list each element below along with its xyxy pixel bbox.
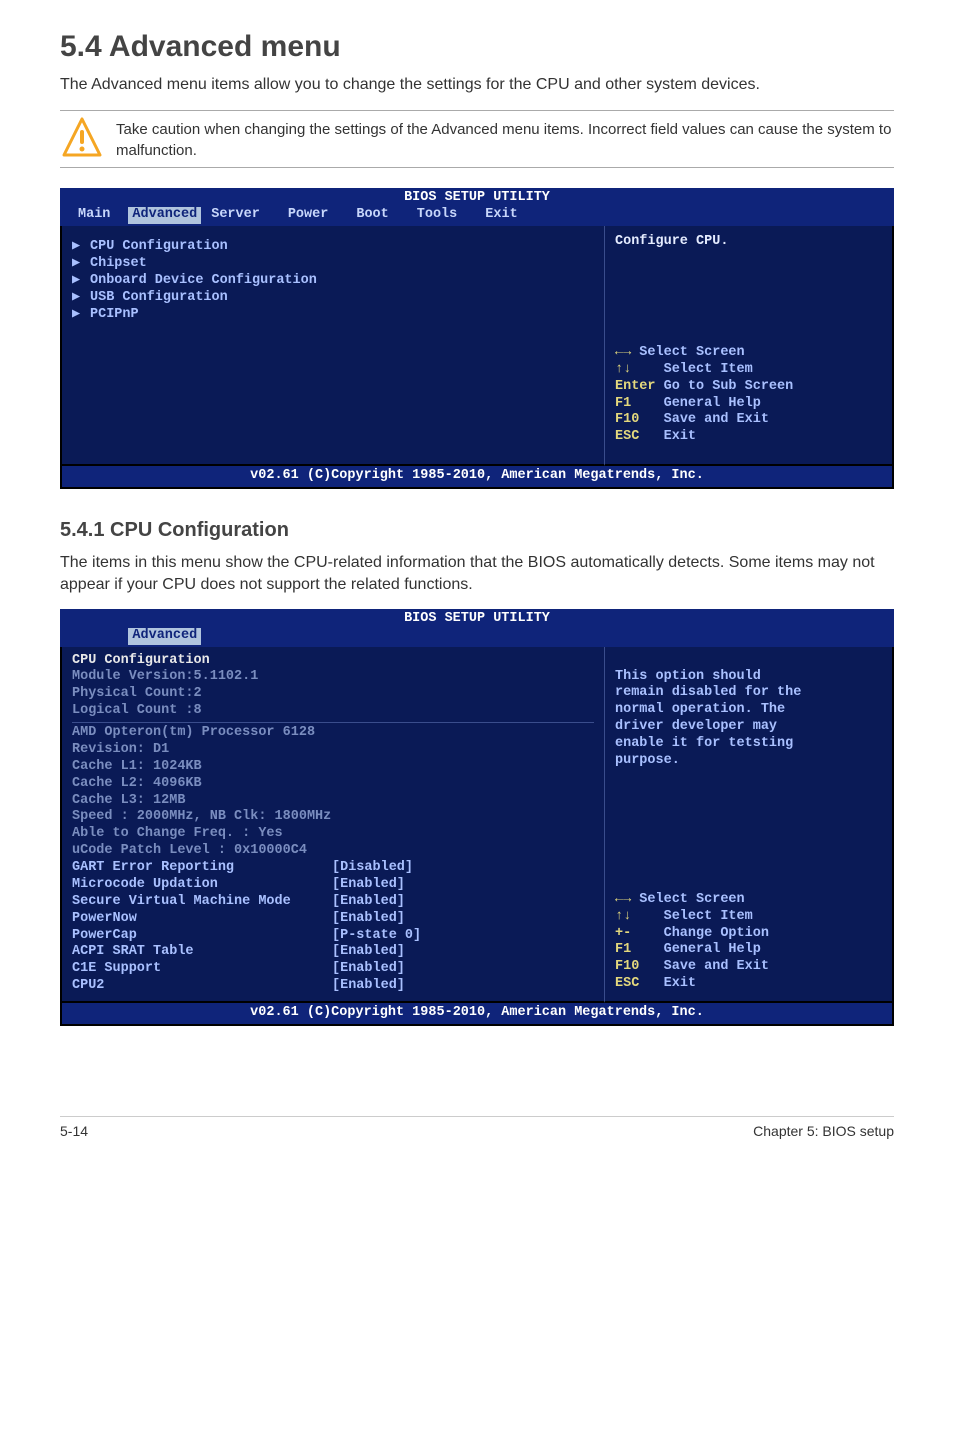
tab-server: Server (201, 207, 278, 224)
option-value: [Enabled] (332, 978, 594, 995)
bios1-item: CPU Configuration (90, 239, 228, 256)
bios1-tabs: Main Advanced Server Power Boot Tools Ex… (68, 207, 886, 226)
option-label: CPU2 (72, 978, 332, 995)
help-key: ←→ (615, 345, 631, 360)
bios2-footer: v02.61 (C)Copyright 1985-2010, American … (60, 1003, 894, 1026)
option-value: [Enabled] (332, 877, 594, 894)
help-key: ↑↓ (615, 909, 631, 924)
section-heading: 5.4 Advanced menu (60, 30, 894, 64)
help-desc: Select Item (631, 909, 753, 924)
bios2-help-line: normal operation. The (615, 702, 882, 719)
help-key: ESC (615, 429, 639, 444)
help-desc: Go to Sub Screen (656, 379, 794, 394)
help-desc: Exit (639, 429, 696, 444)
bios2-info-line: uCode Patch Level : 0x10000C4 (72, 843, 594, 860)
bios2-header-line: Physical Count:2 (72, 686, 594, 703)
option-label: C1E Support (72, 961, 332, 978)
option-label: GART Error Reporting (72, 860, 332, 877)
bios1-item: PCIPnP (90, 307, 139, 324)
caution-text: Take caution when changing the settings … (116, 117, 894, 161)
submenu-arrow-icon: ▶ (72, 239, 82, 256)
page-number: 5-14 (60, 1123, 88, 1139)
bios2-help-line: purpose. (615, 753, 882, 770)
bios2-info-line: Revision: D1 (72, 742, 594, 759)
option-label: PowerCap (72, 928, 332, 945)
help-key: +- (615, 926, 631, 941)
bios2-header-line: CPU Configuration (72, 653, 594, 670)
option-value: [P-state 0] (332, 928, 594, 945)
bios2-tabs: Main Advanced (68, 628, 886, 647)
submenu-arrow-icon: ▶ (72, 290, 82, 307)
bios2-info-line: Able to Change Freq. : Yes (72, 826, 594, 843)
bios2-info-line: Speed : 2000MHz, NB Clk: 1800MHz (72, 809, 594, 826)
help-key: ←→ (615, 892, 631, 907)
bios-screenshot-2: BIOS SETUP UTILITY Main Advanced CPU Con… (60, 609, 894, 1026)
option-value: [Enabled] (332, 961, 594, 978)
bios2-content: CPU Configuration Module Version:5.1102.… (60, 647, 604, 1004)
help-key: F10 (615, 959, 639, 974)
bios2-info-line: Cache L2: 4096KB (72, 776, 594, 793)
bios2-help-line: enable it for tetsting (615, 736, 882, 753)
option-label: ACPI SRAT Table (72, 944, 332, 961)
help-desc: General Help (631, 942, 761, 957)
subsection-heading: 5.4.1 CPU Configuration (60, 519, 894, 542)
tab-boot: Boot (346, 207, 406, 224)
bios1-menu: ▶ CPU Configuration ▶ Chipset ▶ Onboard Dev… (60, 226, 604, 466)
bios1-help-panel: Configure CPU. ←→ Select Screen ↑↓ Selec… (604, 226, 894, 466)
bios2-info-line: Cache L1: 1024KB (72, 759, 594, 776)
subsection-text: The items in this menu show the CPU-rela… (60, 552, 894, 597)
help-desc: General Help (631, 396, 761, 411)
help-desc: Change Option (631, 926, 769, 941)
bios1-help-top: Configure CPU. (615, 234, 882, 251)
option-value: [Enabled] (332, 894, 594, 911)
bios2-header-line: Module Version:5.1102.1 (72, 669, 594, 686)
page-footer: 5-14 Chapter 5: BIOS setup (60, 1116, 894, 1139)
tab-tools: Tools (407, 207, 476, 224)
bios1-item: Onboard Device Configuration (90, 273, 317, 290)
help-key: F10 (615, 412, 639, 427)
help-desc: Save and Exit (639, 959, 769, 974)
help-key: ↑↓ (615, 362, 631, 377)
bios2-header-line: Logical Count :8 (72, 703, 594, 720)
bios2-help-panel: This option should remain disabled for t… (604, 647, 894, 1004)
option-label: PowerNow (72, 911, 332, 928)
bios2-help-line: driver developer may (615, 719, 882, 736)
tab-power: Power (278, 207, 347, 224)
bios1-item: USB Configuration (90, 290, 228, 307)
submenu-arrow-icon: ▶ (72, 256, 82, 273)
chapter-label: Chapter 5: BIOS setup (753, 1123, 894, 1139)
submenu-arrow-icon: ▶ (72, 307, 82, 324)
help-desc: Select Screen (631, 345, 744, 360)
bios2-help-line: remain disabled for the (615, 685, 882, 702)
help-key: Enter (615, 379, 656, 394)
option-label: Secure Virtual Machine Mode (72, 894, 332, 911)
caution-box: Take caution when changing the settings … (60, 110, 894, 168)
help-desc: Save and Exit (639, 412, 769, 427)
option-label: Microcode Updation (72, 877, 332, 894)
section-intro: The Advanced menu items allow you to cha… (60, 74, 894, 96)
help-key: F1 (615, 942, 631, 957)
bios-screenshot-1: BIOS SETUP UTILITY Main Advanced Server … (60, 188, 894, 489)
bios1-footer: v02.61 (C)Copyright 1985-2010, American … (60, 466, 894, 489)
bios1-item: Chipset (90, 256, 147, 273)
help-desc: Select Screen (631, 892, 744, 907)
tab-advanced: Advanced (128, 207, 201, 224)
help-key: F1 (615, 396, 631, 411)
tab-main: Main (68, 207, 128, 224)
tab-exit: Exit (475, 207, 535, 224)
tab-advanced: Advanced (128, 628, 201, 645)
bios2-title: BIOS SETUP UTILITY (68, 611, 886, 628)
bios1-title: BIOS SETUP UTILITY (68, 190, 886, 207)
bios2-info-line: Cache L3: 12MB (72, 793, 594, 810)
help-desc: Select Item (631, 362, 753, 377)
option-value: [Enabled] (332, 944, 594, 961)
bios2-info-line: AMD Opteron(tm) Processor 6128 (72, 725, 594, 742)
help-desc: Exit (639, 976, 696, 991)
submenu-arrow-icon: ▶ (72, 273, 82, 290)
help-key: ESC (615, 976, 639, 991)
option-value: [Enabled] (332, 911, 594, 928)
option-value: [Disabled] (332, 860, 594, 877)
caution-icon (60, 117, 104, 161)
bios2-help-line: This option should (615, 669, 882, 686)
